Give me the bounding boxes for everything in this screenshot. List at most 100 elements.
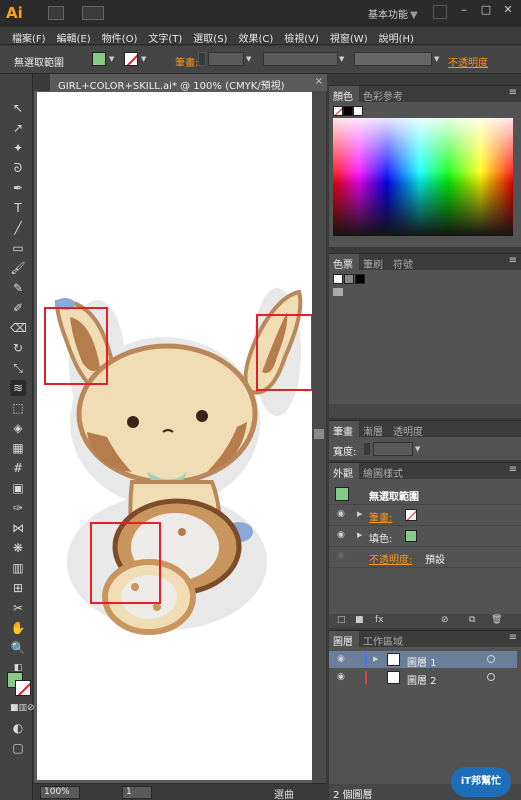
rectangle-tool-icon[interactable]: ▭ xyxy=(10,240,26,256)
minimize-icon[interactable]: – xyxy=(457,3,471,17)
color-mode-icon[interactable]: ■▥⊘ xyxy=(10,700,35,716)
pen-tool-icon[interactable]: ✒ xyxy=(10,180,26,196)
appearance-fill-row[interactable]: ◉ ▶ 填色: xyxy=(329,526,521,547)
tab-symbols[interactable]: 符號 xyxy=(389,254,419,271)
blend-tool-icon[interactable]: ⋈ xyxy=(10,520,26,536)
mesh-tool-icon[interactable]: # xyxy=(10,460,26,476)
target-icon[interactable] xyxy=(487,673,495,681)
opacity-label[interactable]: 不透明度: xyxy=(369,551,412,566)
variable-width-profile[interactable] xyxy=(263,52,338,66)
tab-graphic-styles[interactable]: 繪圖樣式 xyxy=(359,463,409,480)
line-tool-icon[interactable]: ╱ xyxy=(10,220,26,236)
stroke-swatch[interactable] xyxy=(124,52,138,66)
fill-dropdown-icon[interactable]: ▼ xyxy=(109,52,117,66)
pencil-tool-icon[interactable]: ✎ xyxy=(10,280,26,296)
vertical-scrollbar[interactable] xyxy=(312,91,326,783)
tab-swatches[interactable]: 色票 xyxy=(329,254,359,271)
screen-mode-icon[interactable]: ▢ xyxy=(10,740,26,756)
rotate-tool-icon[interactable]: ↻ xyxy=(10,340,26,356)
eyedropper-tool-icon[interactable]: ✑ xyxy=(10,500,26,516)
weight-field[interactable] xyxy=(373,442,413,456)
artboard-navigation[interactable]: 1 xyxy=(122,786,152,799)
stroke-dropdown-icon[interactable]: ▼ xyxy=(141,52,149,66)
eye-icon[interactable]: ◉ xyxy=(337,672,345,682)
search-icon[interactable] xyxy=(433,5,447,19)
duplicate-icon[interactable]: ⧉ xyxy=(469,615,475,625)
add-stroke-icon[interactable]: □ xyxy=(337,615,346,625)
document-tab[interactable]: GIRL+COLOR+SKILL.ai* @ 100% (CMYK/預視) × xyxy=(50,74,327,91)
stroke-label[interactable]: 筆畫: xyxy=(175,54,198,69)
tab-stroke[interactable]: 筆畫 xyxy=(329,421,359,438)
tab-layers[interactable]: 圖層 xyxy=(329,631,359,648)
draw-mode-icon[interactable]: ◐ xyxy=(10,720,26,736)
color-spectrum[interactable] xyxy=(333,118,513,236)
column-graph-tool-icon[interactable]: ▥ xyxy=(10,560,26,576)
menu-effect[interactable]: 效果(C) xyxy=(234,27,277,45)
gradient-tool-icon[interactable]: ▣ xyxy=(10,480,26,496)
fill-swatch[interactable] xyxy=(92,52,106,66)
black-swatch[interactable] xyxy=(343,106,353,116)
stroke-color-box[interactable] xyxy=(15,680,31,696)
target-icon[interactable] xyxy=(487,655,495,663)
bunny-illustration[interactable] xyxy=(37,92,313,780)
expand-triangle-icon[interactable]: ▶ xyxy=(357,531,362,539)
close-icon[interactable]: ✕ xyxy=(501,3,515,17)
stroke-label[interactable]: 筆畫: xyxy=(369,509,392,524)
fill-swatch[interactable] xyxy=(405,530,417,542)
slice-tool-icon[interactable]: ✂ xyxy=(10,600,26,616)
panel-menu-icon[interactable]: ≡ xyxy=(509,464,517,475)
trash-icon[interactable]: 🗑 xyxy=(491,615,502,625)
none-swatch[interactable] xyxy=(333,274,343,284)
white-swatch[interactable] xyxy=(353,106,363,116)
lasso-tool-icon[interactable]: ᘐ xyxy=(10,160,26,176)
menu-type[interactable]: 文字(T) xyxy=(144,27,186,45)
tab-artboards[interactable]: 工作區域 xyxy=(359,631,409,648)
width-tool-icon[interactable]: ≋ xyxy=(10,380,26,396)
menu-view[interactable]: 檢視(V) xyxy=(280,27,323,45)
zoom-tool-icon[interactable]: 🔍 xyxy=(10,640,26,656)
fx-icon[interactable]: fx xyxy=(375,615,384,625)
blob-brush-tool-icon[interactable]: ✐ xyxy=(10,300,26,316)
tab-color[interactable]: 顏色 xyxy=(329,86,359,103)
artboard-tool-icon[interactable]: ⊞ xyxy=(10,580,26,596)
tab-appearance[interactable]: 外觀 xyxy=(329,463,359,480)
folder-icon[interactable] xyxy=(333,288,343,296)
stroke-weight-field[interactable] xyxy=(208,52,244,66)
tab-gradient[interactable]: 漸層 xyxy=(359,421,389,438)
bridge-button[interactable] xyxy=(48,6,64,20)
shape-builder-tool-icon[interactable]: ◈ xyxy=(10,420,26,436)
eye-icon[interactable]: ◉ xyxy=(337,509,345,519)
artboard[interactable] xyxy=(37,92,313,780)
eye-icon[interactable]: ◉ xyxy=(337,530,345,540)
symbol-sprayer-tool-icon[interactable]: ❋ xyxy=(10,540,26,556)
clear-appearance-icon[interactable]: ⊘ xyxy=(441,615,449,625)
opacity-label[interactable]: 不透明度 xyxy=(448,54,488,69)
free-transform-tool-icon[interactable]: ⬚ xyxy=(10,400,26,416)
layer-row[interactable]: ◉ ▶ 圖層 1 xyxy=(329,651,517,669)
menu-window[interactable]: 視窗(W) xyxy=(326,27,372,45)
brush-definition[interactable] xyxy=(354,52,432,66)
tab-color-guide[interactable]: 色彩參考 xyxy=(359,86,409,103)
eye-icon[interactable]: ◉ xyxy=(337,654,345,664)
canvas-area[interactable] xyxy=(34,91,316,783)
stroke-none-swatch[interactable] xyxy=(405,509,417,521)
scale-tool-icon[interactable]: ⤡ xyxy=(10,360,26,376)
scroll-thumb[interactable] xyxy=(314,429,324,439)
menu-select[interactable]: 選取(S) xyxy=(189,27,231,45)
menu-file[interactable]: 檔案(F) xyxy=(8,27,50,45)
menu-object[interactable]: 物件(O) xyxy=(98,27,142,45)
menu-edit[interactable]: 編輯(E) xyxy=(53,27,95,45)
appearance-opacity-row[interactable]: ◉ 不透明度: 預設 xyxy=(329,547,521,568)
expand-triangle-icon[interactable]: ▶ xyxy=(373,655,378,663)
direct-selection-tool-icon[interactable]: ↗ xyxy=(10,120,26,136)
weight-dropdown-icon[interactable]: ▼ xyxy=(415,442,423,456)
add-fill-icon[interactable]: ■ xyxy=(355,615,364,625)
registration-swatch[interactable] xyxy=(344,274,354,284)
eraser-tool-icon[interactable]: ⌫ xyxy=(10,320,27,336)
zoom-field[interactable]: 100% xyxy=(40,786,80,799)
stroke-weight-dropdown-icon[interactable]: ▼ xyxy=(246,52,254,66)
black-swatch[interactable] xyxy=(355,274,365,284)
perspective-grid-tool-icon[interactable]: ▦ xyxy=(10,440,26,456)
close-icon[interactable]: × xyxy=(315,76,323,87)
profile-dropdown-icon[interactable]: ▼ xyxy=(339,52,347,66)
